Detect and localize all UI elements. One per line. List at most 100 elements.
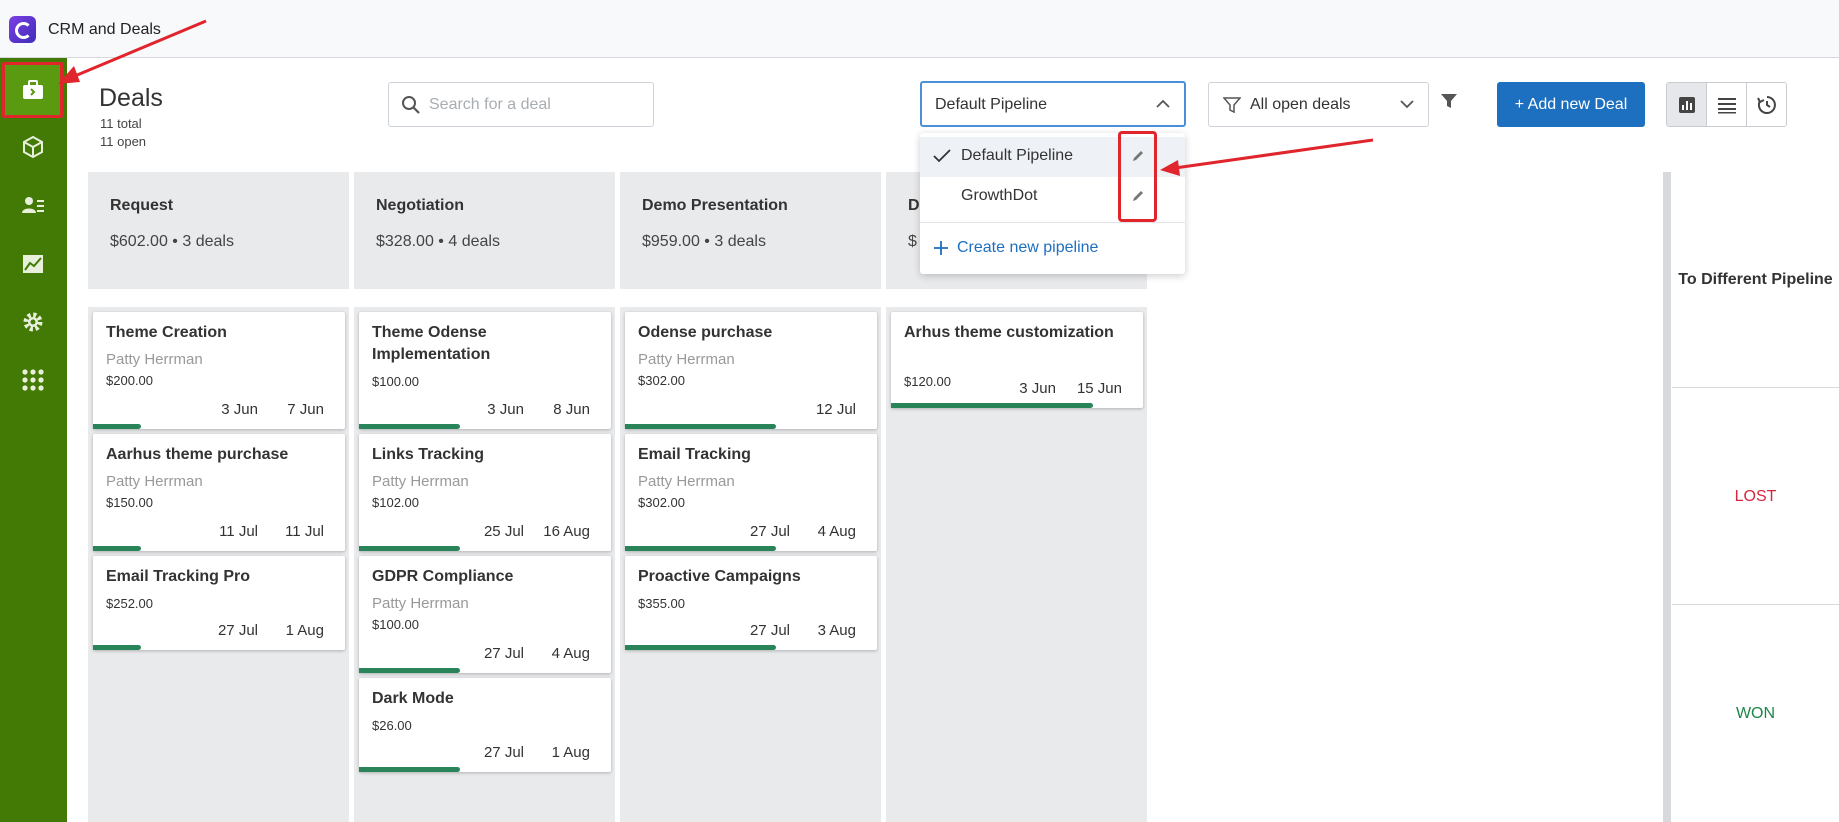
deal-progress-bar — [625, 645, 776, 650]
column-header: Negotiation $328.00 • 4 deals — [354, 172, 615, 289]
separator-dot: • — [167, 233, 183, 250]
funnel-icon — [1441, 94, 1457, 108]
edit-icons-highlight — [1118, 131, 1157, 222]
deal-end-date: 7 Jun — [287, 401, 324, 418]
list-view-button[interactable] — [1707, 83, 1747, 126]
deal-end-date: 11 Jul — [285, 523, 324, 540]
deal-amount: $102.00 — [372, 495, 419, 510]
deal-card[interactable]: GDPR Compliance Patty Herrman $100.00 27 Ju… — [359, 556, 611, 673]
deal-end-date: 8 Jun — [553, 401, 590, 418]
dropzone-lost[interactable]: LOST — [1672, 389, 1839, 605]
deal-start-date: 11 Jul — [219, 523, 258, 540]
search-input[interactable] — [429, 93, 639, 117]
deal-progress-bar — [93, 546, 141, 551]
deal-card[interactable]: Arhus theme customization $120.00 3 Jun 15 … — [891, 312, 1143, 408]
create-pipeline-label: Create new pipeline — [957, 239, 1099, 256]
deal-card[interactable]: Dark Mode $26.00 27 Jul 1 Aug — [359, 678, 611, 772]
plus-icon — [934, 241, 948, 255]
deal-card[interactable]: Theme Odense Implementation $100.00 3 Jun 8… — [359, 312, 611, 429]
deal-card[interactable]: Proactive Campaigns $355.00 27 Jul 3 Aug — [625, 556, 877, 650]
deal-end-date: 15 Jun — [1076, 380, 1122, 397]
deal-contact: Patty Herrman — [638, 351, 735, 368]
pipeline-select[interactable]: Default Pipeline — [920, 81, 1186, 127]
bar-chart-icon — [1678, 96, 1695, 113]
deal-end-date: 1 Aug — [551, 744, 590, 761]
chevron-up-icon — [1156, 99, 1170, 108]
view-switcher — [1666, 82, 1787, 127]
deal-start-date: 3 Jun — [1019, 380, 1056, 397]
deal-start-date: 25 Jul — [483, 523, 524, 540]
deal-end-date: 12 Jul — [815, 401, 856, 418]
column-summary: $959.00 • 3 deals — [642, 233, 766, 251]
deal-title: Arhus theme customization — [904, 324, 1114, 341]
column-deal-count: 3 deals — [714, 233, 766, 250]
deal-card[interactable]: Odense purchase Patty Herrman $302.00 12 Ju… — [625, 312, 877, 429]
deal-card[interactable]: Theme Creation Patty Herrman $200.00 3 Jun 7… — [93, 312, 345, 429]
dropdown-divider — [920, 222, 1185, 223]
deal-card[interactable]: Aarhus theme purchase Patty Herrman $150.0… — [93, 434, 345, 551]
pipeline-option-label: Default Pipeline — [961, 147, 1074, 164]
deal-contact: Patty Herrman — [372, 595, 469, 612]
deals-filter-select[interactable]: All open deals — [1208, 82, 1429, 127]
search-box[interactable] — [388, 82, 654, 127]
column-amount: $959.00 — [642, 233, 700, 250]
column-summary: $328.00 • 4 deals — [376, 233, 500, 251]
sidebar-item-reports[interactable] — [0, 236, 65, 292]
sidebar-item-products[interactable] — [0, 119, 65, 175]
history-icon — [1756, 95, 1776, 114]
deal-card[interactable]: Links Tracking Patty Herrman $102.00 25 Jul… — [359, 434, 611, 551]
deal-amount: $200.00 — [106, 373, 153, 388]
deals-total: 11 total — [100, 116, 142, 131]
deal-contact: Patty Herrman — [372, 473, 469, 490]
add-deal-button[interactable]: + Add new Deal — [1497, 82, 1645, 127]
sidebar-item-deals[interactable] — [2, 62, 63, 118]
column-deal-count: 4 deals — [448, 233, 500, 250]
column-header: Demo Presentation $959.00 • 3 deals — [620, 172, 881, 289]
briefcase-icon — [22, 80, 43, 99]
deals-filter-value: All open deals — [1250, 96, 1351, 113]
deal-contact: Patty Herrman — [106, 473, 203, 490]
deal-amount: $302.00 — [638, 373, 685, 388]
deal-title: Proactive Campaigns — [638, 568, 801, 585]
deal-end-date: 1 Aug — [285, 622, 324, 639]
funnel-outline-icon — [1223, 97, 1241, 114]
board-divider — [1663, 172, 1671, 822]
deal-title: Email Tracking — [638, 446, 751, 463]
deal-contact: Patty Herrman — [106, 351, 203, 368]
deal-title: Odense purchase — [638, 324, 773, 341]
deal-start-date: 27 Jul — [483, 744, 524, 761]
chevron-down-icon — [1400, 100, 1414, 109]
deal-start-date: 27 Jul — [217, 622, 258, 639]
sidebar-item-settings[interactable] — [0, 294, 65, 350]
deal-amount: $252.00 — [106, 596, 153, 611]
sidebar-item-contacts[interactable] — [0, 177, 65, 233]
sidebar — [0, 58, 67, 822]
deal-card[interactable]: Email Tracking Pro $252.00 27 Jul 1 Aug — [93, 556, 345, 650]
deal-amount: $355.00 — [638, 596, 685, 611]
pipeline-option-label: GrowthDot — [961, 187, 1038, 204]
deal-progress-bar — [93, 645, 141, 650]
board-view-button[interactable] — [1667, 83, 1707, 126]
separator-dot: • — [699, 233, 715, 250]
filter-button[interactable] — [1440, 92, 1458, 115]
dropzone-different-pipeline[interactable]: To Different Pipeline — [1672, 172, 1839, 388]
deal-progress-bar — [359, 546, 460, 551]
deal-card[interactable]: Email Tracking Patty Herrman $302.00 27 Jul… — [625, 434, 877, 551]
box-icon — [22, 135, 43, 159]
timeline-view-button[interactable] — [1747, 83, 1786, 126]
deal-amount: $302.00 — [638, 495, 685, 510]
create-pipeline-link[interactable]: Create new pipeline — [933, 239, 1098, 257]
column-name: D — [908, 197, 920, 214]
column-summary: $ — [908, 233, 917, 251]
app-title: CRM and Deals — [48, 21, 161, 38]
deal-end-date: 16 Aug — [543, 523, 590, 540]
search-icon — [402, 96, 420, 114]
deal-title: Email Tracking Pro — [106, 568, 251, 585]
column-name: Negotiation — [376, 197, 464, 214]
app-logo-icon[interactable] — [9, 16, 36, 43]
column-name: Demo Presentation — [642, 197, 788, 214]
column-amount: $602.00 — [110, 233, 168, 250]
deal-start-date: 3 Jun — [221, 401, 258, 418]
dropzone-won[interactable]: WON — [1672, 606, 1839, 822]
sidebar-item-apps[interactable] — [0, 352, 65, 408]
